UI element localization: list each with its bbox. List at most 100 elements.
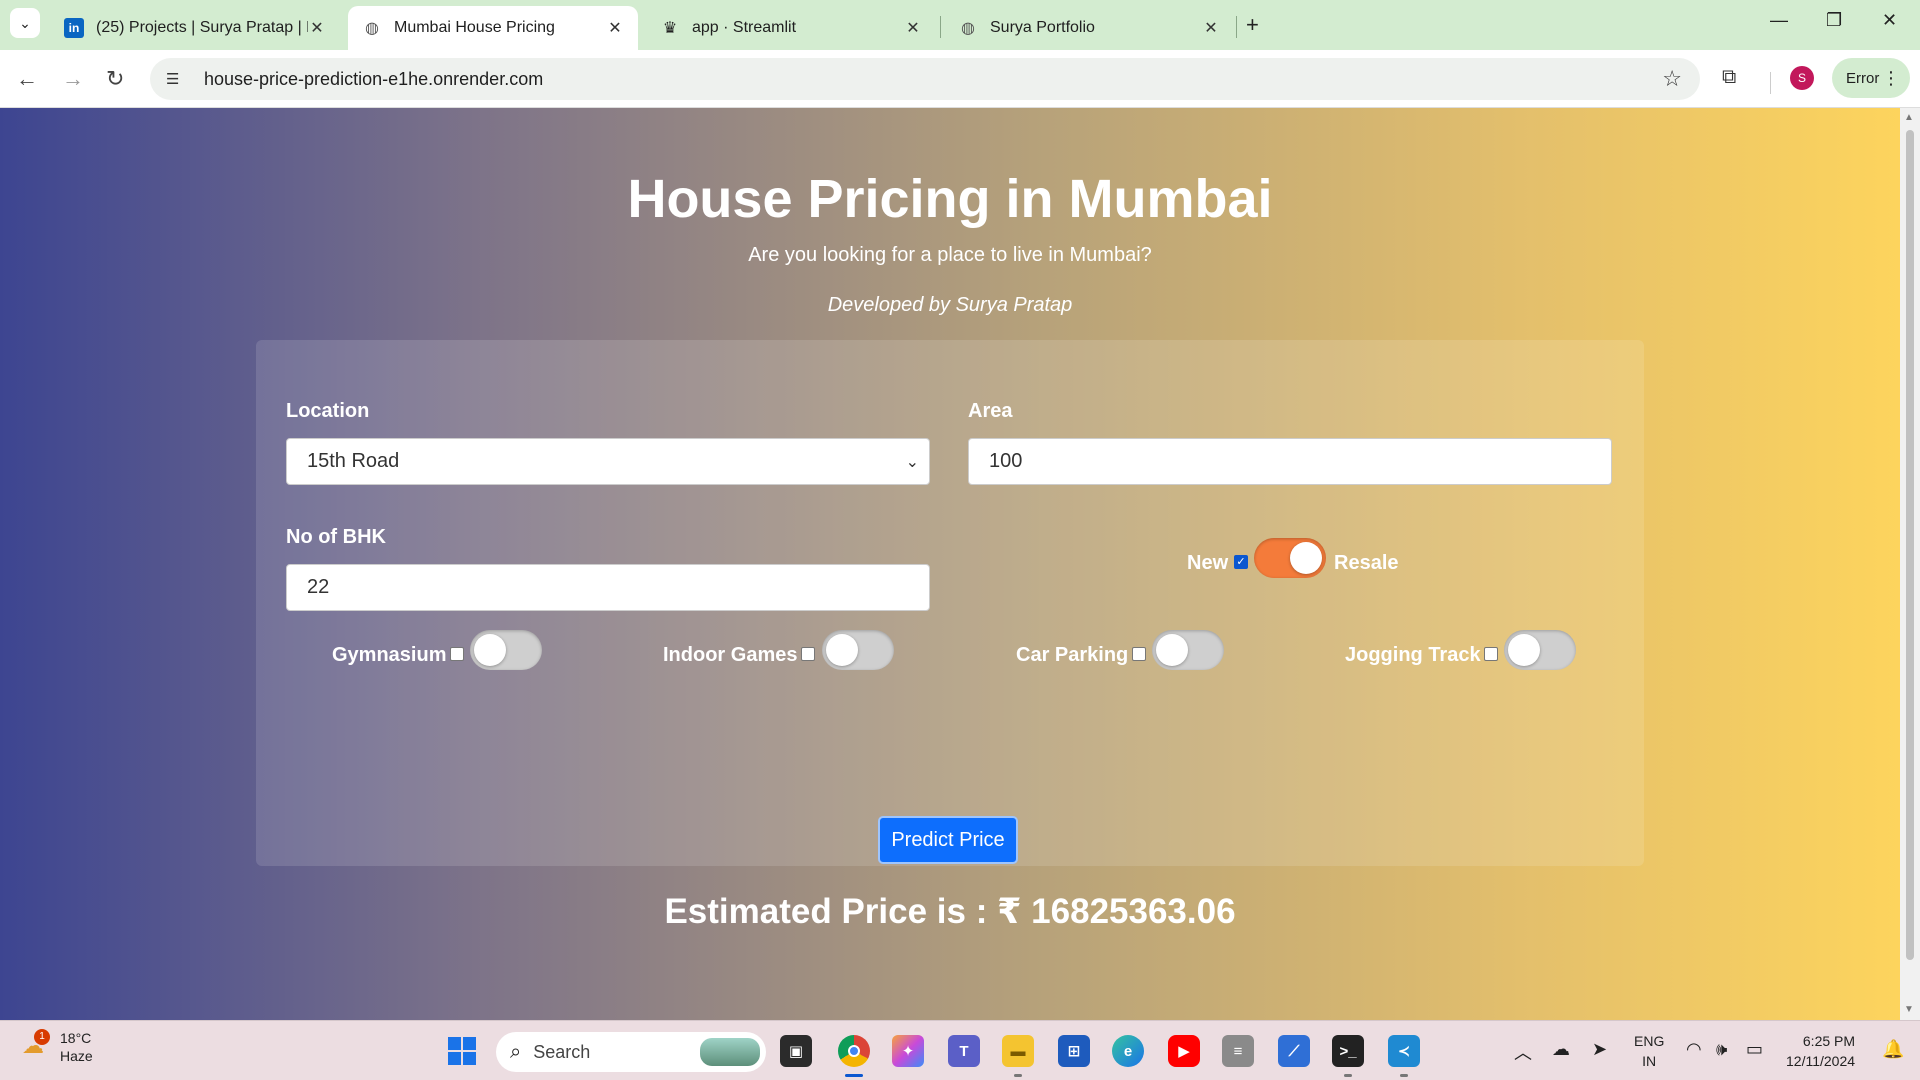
bookmark-star-icon[interactable]: ☆ <box>1662 66 1682 92</box>
close-icon[interactable]: ✕ <box>904 18 922 38</box>
car-parking-checkbox[interactable] <box>1132 647 1146 661</box>
area-input[interactable]: 100 <box>968 438 1612 485</box>
jogging-track-toggle[interactable] <box>1504 630 1576 670</box>
edge-icon[interactable]: e <box>1112 1035 1144 1067</box>
error-label: Error <box>1846 69 1880 87</box>
toggle-knob <box>1508 634 1540 666</box>
chrome-icon[interactable] <box>838 1035 870 1067</box>
toggle-knob <box>1156 634 1188 666</box>
location-select[interactable]: 15th Road ⌄ <box>286 438 930 485</box>
close-icon[interactable]: ✕ <box>1202 18 1220 38</box>
battery-icon[interactable]: ▭ <box>1746 1039 1763 1060</box>
gymnasium-toggle[interactable] <box>470 630 542 670</box>
predict-price-button[interactable]: Predict Price <box>878 816 1018 864</box>
forward-arrow-icon[interactable]: → <box>62 66 84 92</box>
tab-title: app · Streamlit <box>692 19 797 36</box>
windows-taskbar: ☁ 1 18°C Haze ⌕ Search ▣ ✦ T ▬ ⊞ e ▶ ≡ ⟋ … <box>0 1020 1920 1080</box>
car-parking-toggle[interactable] <box>1152 630 1224 670</box>
indoor-games-checkbox[interactable] <box>801 647 815 661</box>
search-placeholder: Search <box>533 1041 591 1062</box>
jogging-track-checkbox[interactable] <box>1484 647 1498 661</box>
tab-separator <box>940 16 941 38</box>
task-view-icon[interactable]: ▣ <box>780 1035 812 1067</box>
new-checkbox[interactable]: ✓ <box>1234 555 1248 569</box>
taskbar-search[interactable]: ⌕ Search <box>496 1032 766 1072</box>
language-code: ENG <box>1634 1033 1665 1049</box>
profile-avatar[interactable]: S <box>1790 66 1814 90</box>
indoor-games-label: Indoor Games <box>663 644 798 666</box>
location-selected-value: 15th Road <box>307 450 400 472</box>
location-label: Location <box>286 400 370 422</box>
tab-strip: ⌄ in (25) Projects | Surya Pratap | Lin … <box>0 0 1920 50</box>
location-arrow-icon[interactable]: ➤ <box>1592 1039 1607 1060</box>
tab-mumbai-house-pricing[interactable]: ◍ Mumbai House Pricing ✕ <box>348 6 638 50</box>
search-highlight-image <box>700 1038 760 1066</box>
tab-surya-portfolio[interactable]: ◍ Surya Portfolio ✕ <box>944 6 1234 50</box>
file-explorer-icon[interactable]: ▬ <box>1002 1035 1034 1067</box>
window-close-icon[interactable]: ✕ <box>1882 10 1897 31</box>
copilot-icon[interactable]: ✦ <box>892 1035 924 1067</box>
restore-icon[interactable]: ❐ <box>1826 10 1842 31</box>
chevron-down-icon: ⌄ <box>19 14 31 31</box>
chevron-down-icon: ⌄ <box>905 453 919 471</box>
microsoft-store-icon[interactable]: ⊞ <box>1058 1035 1090 1067</box>
site-settings-icon[interactable]: ☰ <box>166 70 186 88</box>
browser-toolbar: ← → ↻ ☰ house-price-prediction-e1he.onre… <box>0 50 1920 108</box>
scrollbar-thumb[interactable] <box>1906 130 1914 960</box>
bhk-input[interactable]: 22 <box>286 564 930 611</box>
volume-icon[interactable]: 🕪 <box>1716 1039 1727 1060</box>
system-clock[interactable]: 6:25 PM 12/11/2024 <box>1786 1031 1855 1071</box>
onedrive-offline-icon[interactable]: ☁ <box>1552 1039 1570 1060</box>
scroll-up-icon[interactable]: ▲ <box>1904 112 1914 123</box>
wifi-icon[interactable]: ◠ <box>1686 1039 1702 1060</box>
tab-title: (25) Projects | Surya Pratap | Lin <box>96 19 308 36</box>
teams-icon[interactable]: T <box>948 1035 980 1067</box>
notification-bell-icon[interactable]: 🔔 <box>1882 1039 1904 1060</box>
area-value: 100 <box>989 450 1023 472</box>
clock-time: 6:25 PM <box>1802 1033 1856 1049</box>
new-resale-toggle[interactable] <box>1254 538 1326 578</box>
tab-streamlit[interactable]: ♛ app · Streamlit ✕ <box>646 6 936 50</box>
tab-title: Mumbai House Pricing <box>394 19 555 36</box>
tab-linkedin[interactable]: in (25) Projects | Surya Pratap | Lin ✕ <box>50 6 340 50</box>
error-menu-button[interactable]: Error ⋮ <box>1832 58 1910 98</box>
weather-description: Haze <box>60 1048 93 1064</box>
windows-start-icon[interactable] <box>448 1037 476 1065</box>
extensions-icon[interactable]: ⧉ <box>1722 66 1736 89</box>
url-text[interactable]: house-price-prediction-e1he.onrender.com <box>204 69 543 90</box>
indoor-games-toggle[interactable] <box>822 630 894 670</box>
jogging-track-label: Jogging Track <box>1345 644 1481 666</box>
minimize-icon[interactable]: — <box>1770 10 1788 31</box>
area-label: Area <box>968 400 1013 422</box>
close-icon[interactable]: ✕ <box>308 18 326 38</box>
search-icon: ⌕ <box>510 1040 522 1063</box>
language-indicator[interactable]: ENG IN <box>1634 1031 1664 1071</box>
page-subtitle: Are you looking for a place to live in M… <box>748 244 1152 266</box>
new-tab-plus-icon[interactable]: + <box>1246 12 1259 38</box>
address-bar[interactable]: ☰ house-price-prediction-e1he.onrender.c… <box>150 58 1700 100</box>
clock-date: 12/11/2024 <box>1786 1053 1856 1069</box>
youtube-icon[interactable]: ▶ <box>1168 1035 1200 1067</box>
reload-icon[interactable]: ↻ <box>106 66 124 92</box>
close-icon[interactable]: ✕ <box>606 18 624 38</box>
vscode-running-indicator <box>1400 1074 1408 1077</box>
database-icon[interactable]: ≡ <box>1222 1035 1254 1067</box>
back-arrow-icon[interactable]: ← <box>16 66 38 92</box>
chevron-up-icon[interactable]: ︿ <box>1514 1039 1532 1065</box>
azure-data-studio-icon[interactable]: ⟋ <box>1278 1035 1310 1067</box>
scroll-down-icon[interactable]: ▼ <box>1904 1004 1914 1015</box>
page-viewport: House Pricing in Mumbai Are you looking … <box>0 108 1900 1020</box>
toolbar-separator <box>1770 72 1771 94</box>
tab-search-button[interactable]: ⌄ <box>10 8 40 38</box>
terminal-icon[interactable]: >_ <box>1332 1035 1364 1067</box>
kebab-menu-icon: ⋮ <box>1882 67 1900 88</box>
developer-credit: Developed by Surya Pratap <box>827 294 1073 316</box>
vscode-icon[interactable]: ≺ <box>1388 1035 1420 1067</box>
weather-widget[interactable]: ☁ 1 18°C Haze <box>22 1029 93 1065</box>
gymnasium-label: Gymnasium <box>332 644 447 666</box>
gymnasium-checkbox[interactable] <box>450 647 464 661</box>
streamlit-icon: ♛ <box>662 20 678 37</box>
tab-separator <box>1236 16 1237 38</box>
bhk-value: 22 <box>307 576 330 598</box>
page-scrollbar[interactable]: ▲ ▼ <box>1900 108 1920 1020</box>
